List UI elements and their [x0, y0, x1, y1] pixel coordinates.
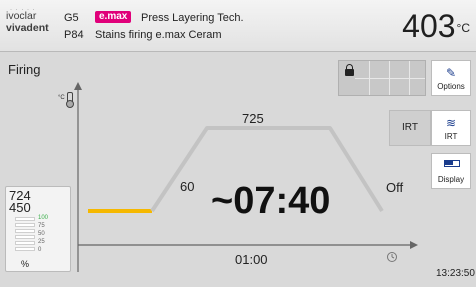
lock-bar[interactable]: [338, 60, 426, 96]
tick-75: 75: [38, 223, 45, 229]
holding-time[interactable]: 01:00: [235, 252, 268, 267]
x-axis-arrow: [410, 241, 418, 249]
vacuum-off[interactable]: Off: [386, 180, 403, 195]
thermometer-icon: [66, 92, 74, 108]
irt-status: IRT: [389, 110, 431, 146]
tick-0: 0: [38, 247, 42, 253]
irt-label: IRT: [444, 132, 458, 141]
vacuum-gauge-panel: 724 450 100 75 50 25 0 %: [5, 186, 71, 272]
display-label: Display: [437, 175, 465, 184]
options-button[interactable]: ✎ Options: [431, 60, 471, 96]
gauge-value-2: 450: [9, 200, 31, 215]
gauge-ticks: 100 75 50 25 0: [38, 214, 48, 254]
display-button[interactable]: Display: [431, 153, 471, 189]
temp-axis-unit: °C: [58, 95, 65, 101]
tick-50: 50: [38, 231, 45, 237]
percent-unit: %: [21, 259, 30, 269]
options-label: Options: [437, 82, 465, 91]
lock-grid: [355, 61, 425, 95]
clock-icon: [387, 252, 397, 262]
tick-100: 100: [38, 215, 49, 221]
pencil-icon: ✎: [445, 66, 457, 80]
irt-button[interactable]: ≋ IRT: [431, 110, 471, 146]
lock-icon: [345, 64, 354, 76]
tick-25: 25: [38, 239, 45, 245]
display-icon: [444, 160, 460, 167]
gauge-bars: [15, 217, 35, 253]
screen-title: Firing: [8, 62, 41, 77]
irt-icon: ≋: [445, 116, 457, 130]
y-axis-arrow: [74, 82, 82, 90]
heating-rate[interactable]: 60: [180, 179, 194, 194]
holding-temperature[interactable]: 725: [242, 111, 264, 126]
percent-label: %: [9, 259, 29, 269]
remaining-time: ~07:40: [211, 180, 331, 222]
clock-time: 13:23:50: [436, 268, 475, 279]
